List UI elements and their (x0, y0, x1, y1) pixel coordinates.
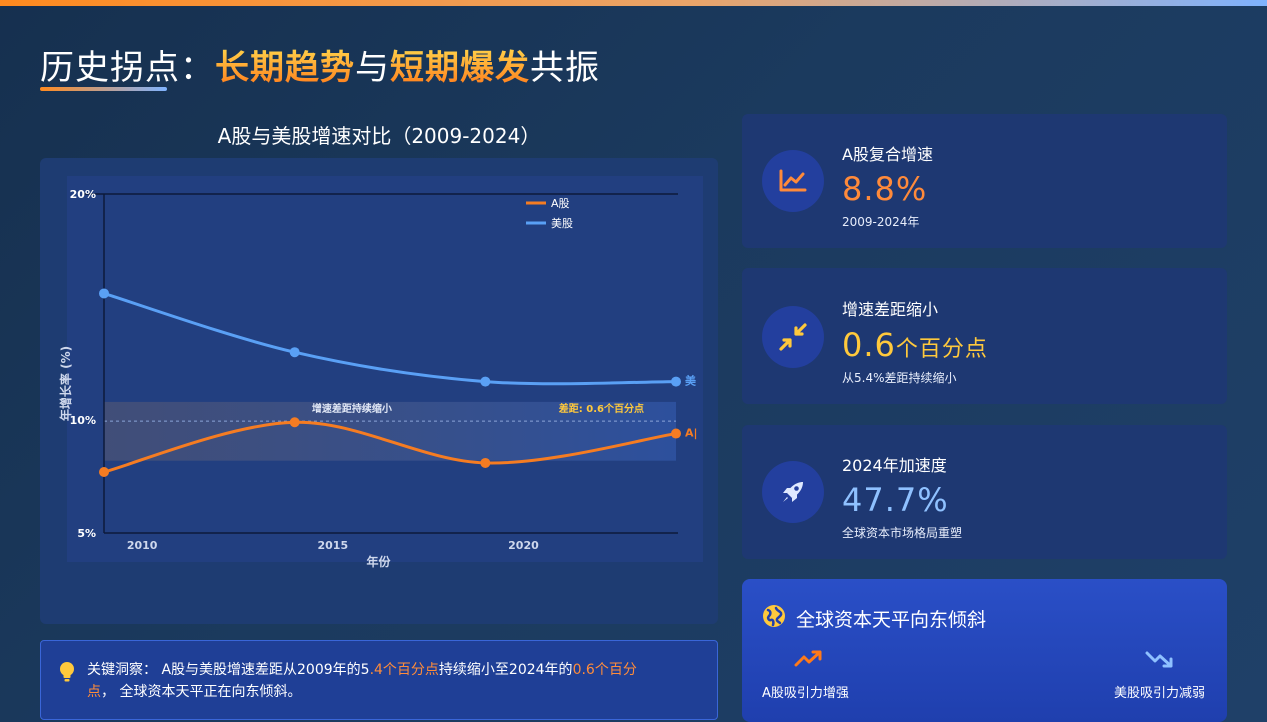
card-label: 增速差距缩小 (842, 300, 939, 319)
card-a-share-cagr: A股复合增速 8.8% 2009-2024年 (742, 114, 1227, 248)
title-highlight-short-term: 短期爆发 (390, 48, 530, 88)
chart-title: A股与美股增速对比（2009-2024） (217, 124, 541, 148)
chart-panel: 增速差距持续缩小 差距: 0.6个百分点 5% 10% 20% 2010 2015 20… (40, 158, 718, 624)
y-tick-label: 20% (70, 188, 96, 201)
card-value: 47.7% (842, 481, 949, 519)
card-subtext: 2009-2024年 (842, 215, 920, 229)
card-2024-acceleration: 2024年加速度 47.7% 全球资本市场格局重塑 (742, 425, 1227, 559)
data-point[interactable] (480, 376, 491, 387)
card-value: 8.8% (842, 170, 928, 208)
card-gap-narrowing: 增速差距缩小 0.6个百分点 从5.4%差距持续缩小 (742, 268, 1227, 404)
card-value: 0.6个百分点 (842, 326, 988, 364)
data-point[interactable] (289, 347, 300, 358)
rocket-icon (762, 461, 824, 523)
us-share-attraction-label: 美股吸引力减弱 (1113, 686, 1205, 701)
legend-label: 美股 (551, 217, 573, 230)
compress-arrows-icon (762, 306, 824, 368)
y-axis-label: 年增长率 (%) (58, 346, 73, 421)
x-tick-label: 2020 (508, 539, 539, 552)
line-chart-icon (762, 150, 824, 212)
x-tick-label: 2010 (127, 539, 158, 552)
card-subtext: 从5.4%差距持续缩小 (842, 371, 957, 385)
line-chart: 增速差距持续缩小 差距: 0.6个百分点 5% 10% 20% 2010 2015 20… (58, 176, 703, 569)
page-title: 历史拐点：长期趋势与短期爆发共振 (40, 48, 600, 88)
data-point[interactable] (99, 466, 109, 477)
trend-down-icon (1145, 651, 1173, 668)
capital-balance-card: 全球资本天平向东倾斜 A股吸引力增强 美股吸引力减弱 (742, 579, 1227, 722)
title-highlight-long-term: 长期趋势 (215, 48, 355, 88)
key-insight-text: 关键洞察： A股与美股增速差距从2009年的5.4个百分点持续缩小至2024年的… (87, 662, 637, 700)
data-point[interactable] (671, 428, 681, 439)
data-point[interactable] (671, 376, 681, 387)
gap-annotation: 差距: 0.6个百分点 (559, 402, 644, 415)
capital-balance-title: 全球资本天平向东倾斜 (796, 609, 987, 631)
card-subtext: 全球资本市场格局重塑 (842, 526, 963, 540)
y-tick-label: 5% (77, 527, 96, 540)
title-underline (40, 87, 167, 91)
series-end-label: A| (685, 427, 698, 440)
card-label: 2024年加速度 (842, 456, 947, 475)
legend-label: A股 (551, 197, 570, 210)
data-point[interactable] (99, 288, 109, 299)
trend-up-icon (794, 650, 822, 667)
x-tick-label: 2015 (317, 539, 348, 552)
globe-icon (763, 605, 785, 627)
top-accent-bar (0, 0, 1267, 6)
a-share-attraction-label: A股吸引力增强 (762, 686, 849, 701)
gap-band-label: 增速差距持续缩小 (312, 402, 392, 415)
card-label: A股复合增速 (842, 145, 933, 164)
data-point[interactable] (480, 457, 491, 468)
key-insight-box: 关键洞察： A股与美股增速差距从2009年的5.4个百分点持续缩小至2024年的… (40, 640, 718, 720)
lightbulb-icon (60, 662, 74, 682)
data-point[interactable] (289, 417, 300, 428)
y-tick-label: 10% (70, 414, 96, 427)
series-end-label: 美 (685, 374, 697, 388)
x-axis-label: 年份 (367, 554, 392, 569)
